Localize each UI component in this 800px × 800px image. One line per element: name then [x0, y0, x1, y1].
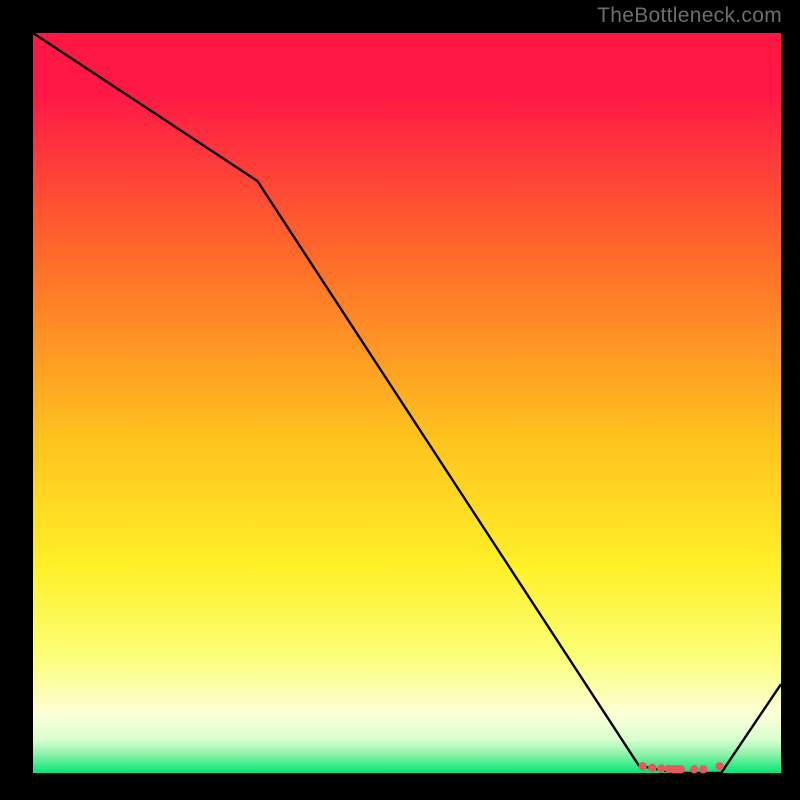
chart-container: TheBottleneck.com	[0, 0, 800, 800]
highlight-marker	[677, 765, 685, 773]
highlight-marker	[690, 765, 698, 773]
highlight-marker	[638, 762, 646, 770]
highlight-marker	[657, 764, 665, 772]
bottleneck-chart	[0, 0, 800, 800]
highlight-marker	[715, 762, 723, 770]
highlight-marker	[648, 764, 656, 772]
plot-background	[33, 33, 781, 773]
highlight-marker	[699, 765, 707, 773]
